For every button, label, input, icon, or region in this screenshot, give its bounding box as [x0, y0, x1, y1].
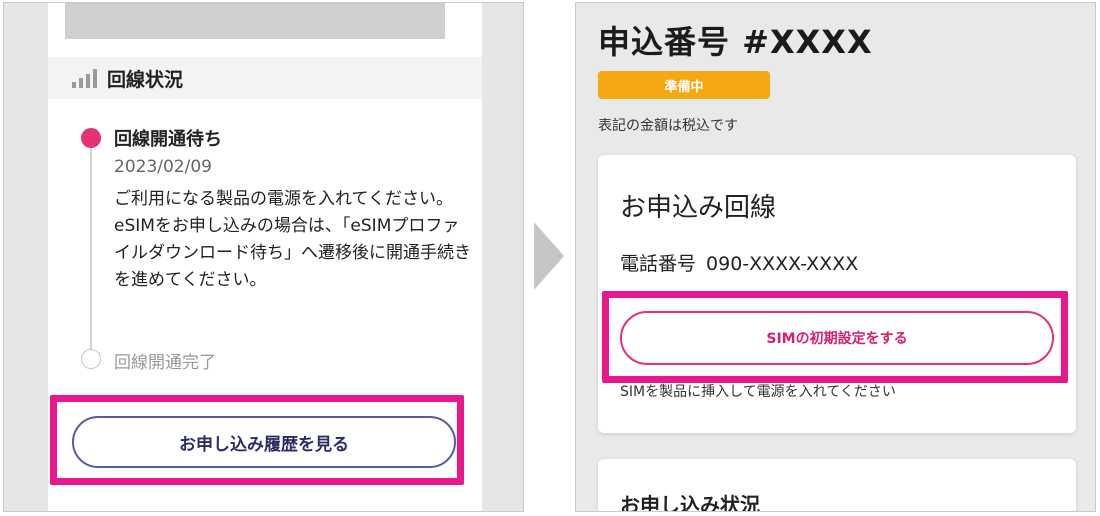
timeline-dot-active-icon: [81, 128, 101, 148]
sim-setup-button[interactable]: SIMの初期設定をする: [620, 311, 1054, 365]
phone-value: 090-XXXX-XXXX: [706, 253, 859, 275]
page-title: 申込番号 #XXXX: [598, 23, 873, 61]
arrow-right-icon: [534, 222, 564, 290]
timeline-step-description: ご利用になる製品の電源を入れてください。eSIMをお申し込みの場合は、「eSIM…: [114, 189, 471, 290]
line-status-card: 回線状況 回線開通待ち 2023/02/09 ご利用になる製品の電源を入れてくだ…: [48, 3, 482, 511]
placeholder-bar: [65, 3, 445, 39]
application-status-card: お申し込み状況: [598, 459, 1076, 512]
status-badge: 準備中: [598, 71, 770, 99]
timeline-step-title: 回線開通完了: [114, 353, 216, 373]
tax-note: 表記の金額は税込です: [598, 118, 738, 134]
signal-bars-icon: [72, 68, 97, 88]
card-title: お申し込み状況: [620, 493, 760, 512]
phone-label: 電話番号: [620, 253, 697, 275]
view-history-button[interactable]: お申し込み履歴を見る: [72, 416, 456, 468]
timeline-step-title: 回線開通待ち: [114, 129, 222, 150]
sim-note: SIMを製品に挿入して電源を入れてください: [620, 384, 896, 400]
section-header: 回線状況: [48, 57, 482, 99]
screen-after: 申込番号 #XXXX 準備中 表記の金額は税込です お申込み回線 電話番号 090…: [575, 2, 1096, 512]
screen-before: 回線状況 回線開通待ち 2023/02/09 ご利用になる製品の電源を入れてくだ…: [3, 2, 524, 512]
phone-number-row: 電話番号 090-XXXX-XXXX: [620, 249, 858, 276]
timeline-step-date: 2023/02/09: [114, 157, 212, 177]
section-title: 回線状況: [107, 68, 184, 91]
timeline-line: [90, 136, 92, 356]
card-title: お申込み回線: [620, 193, 777, 223]
line-card: お申込み回線 電話番号 090-XXXX-XXXX SIMの初期設定をする SIM…: [598, 155, 1076, 433]
timeline-dot-pending-icon: [81, 349, 101, 369]
